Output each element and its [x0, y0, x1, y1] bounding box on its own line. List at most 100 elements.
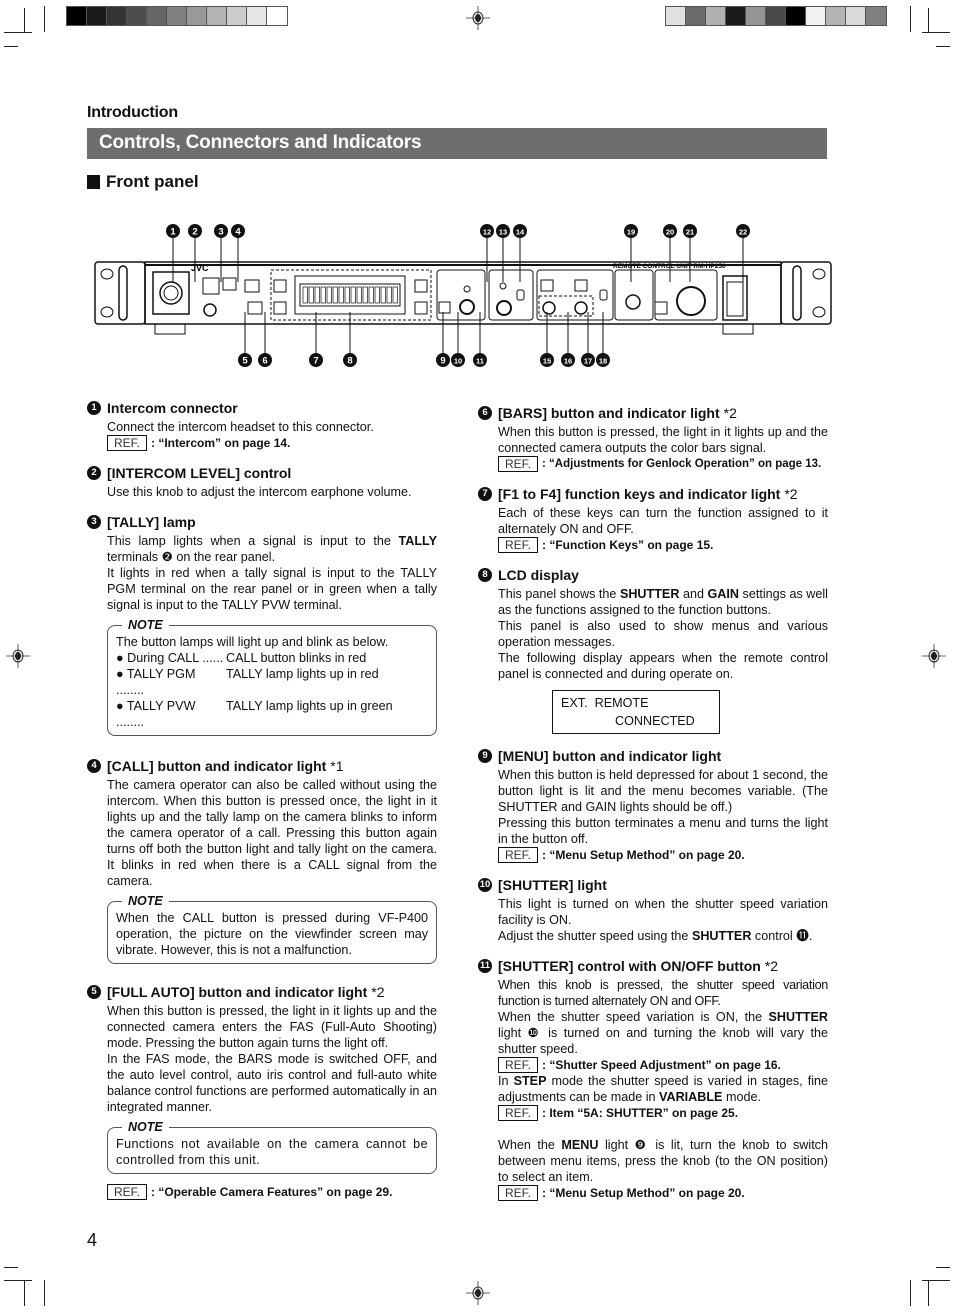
ref-tag: REF. — [498, 456, 539, 472]
callout-number-label: 15 — [543, 357, 551, 366]
item-title: [INTERCOM LEVEL] control — [107, 465, 292, 481]
callout-number-label: 3 — [218, 227, 223, 238]
lcd-character-cell — [362, 286, 368, 304]
ref-tag: REF. — [498, 1105, 539, 1121]
item-shutter-control: 11 [SHUTTER] control with ON/OFF button *2… — [478, 958, 828, 1201]
item-title: [TALLY] lamp — [107, 514, 196, 530]
callout-number-icon: 9 — [478, 749, 492, 763]
ref-tag: REF. — [107, 435, 148, 451]
item-text: This lamp lights when a signal is input … — [107, 534, 437, 564]
color-swatch — [726, 7, 746, 25]
reference-link[interactable]: REF.: “Menu Setup Method” on page 20. — [498, 847, 828, 863]
color-swatch — [147, 7, 167, 25]
color-swatch — [806, 7, 826, 25]
color-swatch — [866, 7, 886, 25]
ref-tag: REF. — [498, 1057, 539, 1073]
callout-number-label: 7 — [313, 356, 318, 367]
crop-mark — [936, 46, 950, 47]
item-text: Each of these keys can turn the function… — [498, 506, 828, 536]
registration-mark-icon — [6, 644, 30, 668]
item-call-button: 4 [CALL] button and indicator light *1 The… — [87, 758, 437, 964]
color-swatch — [127, 7, 147, 25]
callout-number-label: 8 — [347, 356, 352, 367]
color-swatch — [247, 7, 267, 25]
item-text: When this knob is pressed, the shutter s… — [498, 978, 828, 1008]
crop-mark — [44, 6, 45, 32]
lcd-character-cell — [356, 286, 362, 304]
left-column: 1 Intercom connector Connect the intercom… — [87, 400, 437, 1214]
item-text: When this button is held depressed for a… — [498, 768, 828, 814]
item-tally-lamp: 3 [TALLY] lamp This lamp lights when a si… — [87, 514, 437, 736]
ref-tag: REF. — [107, 1184, 148, 1200]
item-function-keys: 7 [F1 to F4] function keys and indicator … — [478, 486, 828, 553]
reference-link[interactable]: REF.: “Adjustments for Genlock Operation… — [498, 456, 828, 472]
item-text: The camera operator can also be called w… — [107, 778, 437, 888]
lcd-character-cell — [344, 286, 350, 304]
item-text: In the FAS mode, the BARS mode is switch… — [107, 1052, 437, 1114]
crop-mark — [910, 1280, 911, 1306]
callout-number-label: 22 — [739, 228, 747, 237]
callout-number-label: 11 — [476, 357, 484, 366]
crop-mark — [4, 1280, 32, 1281]
callout-number-label: 2 — [192, 227, 197, 238]
reference-link[interactable]: REF.: “Function Keys” on page 15. — [498, 537, 828, 553]
item-text: Pressing this button terminates a menu a… — [498, 816, 828, 846]
item-title: [SHUTTER] control with ON/OFF button — [498, 958, 761, 974]
callout-number-label: 9 — [440, 356, 445, 367]
reference-link[interactable]: REF.: “Menu Setup Method” on page 20. — [498, 1185, 828, 1201]
item-intercom-connector: 1 Intercom connector Connect the intercom… — [87, 400, 437, 451]
callout-number-label: 16 — [564, 357, 572, 366]
callout-number-label: 21 — [686, 228, 694, 237]
callout-number-label: 13 — [499, 228, 507, 237]
reference-link[interactable]: REF.: “Intercom” on page 14. — [107, 435, 437, 451]
callout-number-icon: 3 — [87, 515, 101, 529]
color-swatch — [846, 7, 866, 25]
item-title: LCD display — [498, 567, 579, 583]
item-bars-button: 6 [BARS] button and indicator light *2 Whe… — [478, 405, 828, 472]
crop-mark — [922, 32, 950, 33]
right-column: 6 [BARS] button and indicator light *2 Whe… — [478, 405, 828, 1215]
crop-mark — [928, 1280, 929, 1306]
item-intercom-level-control: 2 [INTERCOM LEVEL] control Use this knob … — [87, 465, 437, 500]
item-text: This light is turned on when the shutter… — [498, 897, 828, 927]
callout-number-label: 10 — [454, 357, 462, 366]
item-lcd-display: 8 LCD display This panel shows the SHUTTE… — [478, 567, 828, 734]
item-menu-button: 9 [MENU] button and indicator light When … — [478, 748, 828, 863]
color-swatch — [107, 7, 127, 25]
lcd-character-cell — [302, 286, 308, 304]
page-title: Controls, Connectors and Indicators — [87, 128, 827, 159]
callout-number-label: 4 — [235, 227, 241, 238]
color-swatch — [706, 7, 726, 25]
color-swatch — [666, 7, 686, 25]
note-label: NOTE — [122, 1119, 169, 1135]
item-title: [FULL AUTO] button and indicator light — [107, 984, 368, 1000]
callout-number-icon: 2 — [87, 466, 101, 480]
lcd-character-cell — [332, 286, 338, 304]
ref-tag: REF. — [498, 537, 539, 553]
note-box: NOTE The button lamps will light up and … — [107, 617, 437, 736]
reference-link[interactable]: REF.: “Operable Camera Features” on page… — [107, 1184, 437, 1200]
square-bullet-icon — [87, 175, 100, 189]
callout-number-icon: 1 — [87, 401, 101, 415]
crop-mark — [936, 1267, 950, 1268]
note-label: NOTE — [122, 617, 169, 633]
item-text: It lights in red when a tally signal is … — [107, 566, 437, 612]
callout-number-icon: 11 — [478, 959, 492, 973]
lcd-character-cell — [320, 286, 326, 304]
color-calibration-strip-right — [665, 6, 887, 26]
unit-model-label: REMOTE CONTROL UNIT RM-HP250 — [613, 263, 726, 270]
callout-number-icon: 7 — [478, 487, 492, 501]
color-swatch — [227, 7, 247, 25]
front-panel-illustration: JVC REMOTE CONTROL UNIT RM-HP250 1 2 3 4… — [94, 224, 832, 367]
lcd-character-cell — [380, 286, 386, 304]
reference-link[interactable]: REF.: Item “5A: SHUTTER” on page 25. — [498, 1105, 828, 1121]
crop-mark — [4, 46, 18, 47]
reference-link[interactable]: REF.: “Shutter Speed Adjustment” on page… — [498, 1057, 828, 1073]
lcd-character-cell — [350, 286, 356, 304]
callout-number-label: 18 — [599, 357, 607, 366]
crop-mark — [4, 32, 32, 33]
item-shutter-light: 10 [SHUTTER] light This light is turned o… — [478, 877, 828, 944]
lcd-message-box: EXT. REMOTE CONNECTED — [552, 690, 720, 734]
callout-number-label: 17 — [584, 357, 592, 366]
item-title: [SHUTTER] light — [498, 877, 607, 893]
